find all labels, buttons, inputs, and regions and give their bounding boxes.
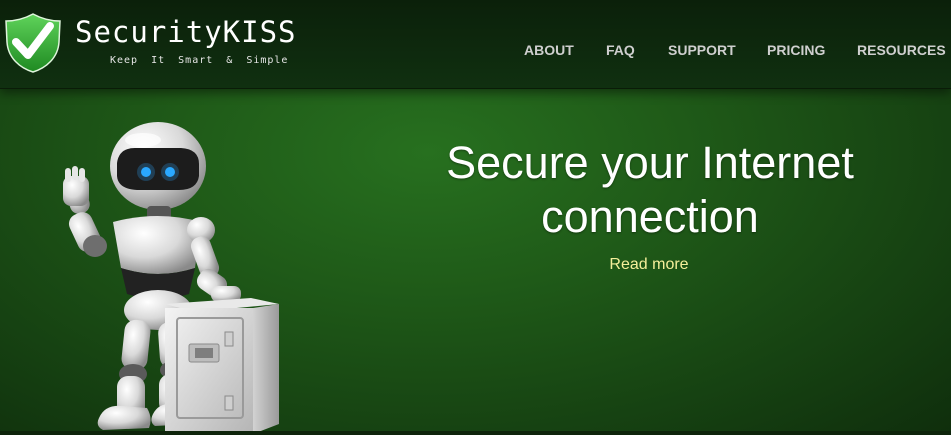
robot-safe-illustration (63, 122, 279, 434)
hero-title-line-1: Secure your Internet (446, 137, 854, 188)
nav-item-pricing[interactable]: PRICING (767, 42, 825, 58)
safe-illustration (165, 298, 279, 434)
nav-item-resources[interactable]: RESOURCES (857, 42, 946, 58)
header-bar: SecurityKISS Keep It Smart & Simple ABOU… (0, 0, 951, 89)
hero-title: Secure your Internet connection (390, 136, 910, 244)
robot-raised-arm (63, 166, 107, 257)
nav-item-faq[interactable]: FAQ (606, 42, 635, 58)
bottom-divider (0, 431, 951, 435)
main-nav: ABOUT FAQ SUPPORT PRICING RESOURCES (0, 42, 951, 62)
nav-item-about[interactable]: ABOUT (524, 42, 574, 58)
hero-title-line-2: connection (541, 191, 759, 242)
nav-item-support[interactable]: SUPPORT (668, 42, 736, 58)
page: SecurityKISS Keep It Smart & Simple ABOU… (0, 0, 951, 435)
robot-head (110, 122, 206, 210)
read-more-link[interactable]: Read more (560, 256, 738, 274)
